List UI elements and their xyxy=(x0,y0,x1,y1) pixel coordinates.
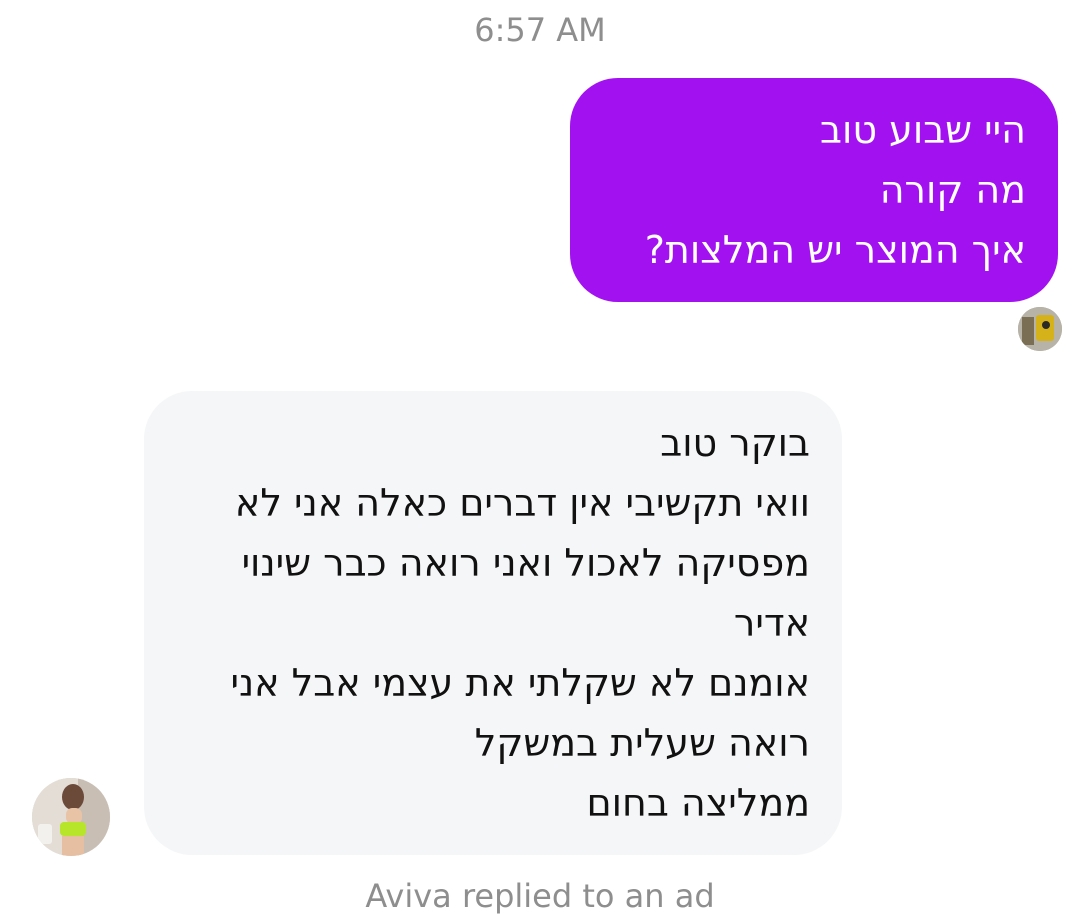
message-line: איך המוצר יש המלצות? xyxy=(644,228,1026,272)
message-line: מפסיקה לאכול ואני רואה כבר שינוי xyxy=(241,541,810,585)
message-line: אדיר xyxy=(733,601,810,645)
message-line: ממליצה בחום xyxy=(586,781,810,825)
ad-reply-note: Aviva replied to an ad xyxy=(365,877,715,915)
incoming-message-bubble[interactable]: בוקר טוב וואי תקשיבי אין דברים כאלה אני … xyxy=(144,391,842,855)
message-line: היי שבוע טוב xyxy=(820,108,1026,152)
message-line: אומנם לא שקלתי את עצמי אבל אני xyxy=(230,661,810,705)
outgoing-message-bubble[interactable]: היי שבוע טוב מה קורה איך המוצר יש המלצות… xyxy=(570,78,1058,302)
message-line: רואה שעלית במשקל xyxy=(474,721,810,765)
sender-avatar[interactable] xyxy=(1018,307,1062,351)
contact-avatar[interactable] xyxy=(32,778,110,856)
message-line: מה קורה xyxy=(879,168,1026,212)
message-line: בוקר טוב xyxy=(660,421,810,465)
message-timestamp: 6:57 AM xyxy=(474,11,606,49)
message-line: וואי תקשיבי אין דברים כאלה אני לא xyxy=(234,481,810,525)
